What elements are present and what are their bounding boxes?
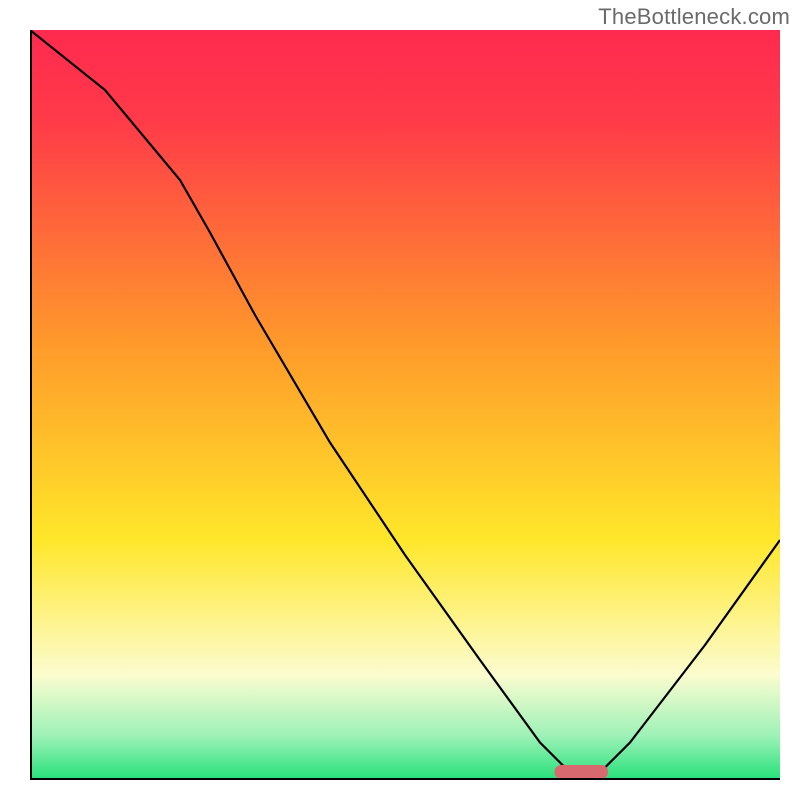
attribution-text: TheBottleneck.com [598, 4, 790, 30]
chart-canvas: TheBottleneck.com [0, 0, 800, 800]
plot-area [30, 30, 780, 780]
optimal-marker [555, 766, 608, 779]
y-axis [30, 30, 32, 780]
x-axis [30, 778, 780, 780]
bottleneck-curve [30, 30, 780, 780]
curve-path [30, 30, 780, 773]
